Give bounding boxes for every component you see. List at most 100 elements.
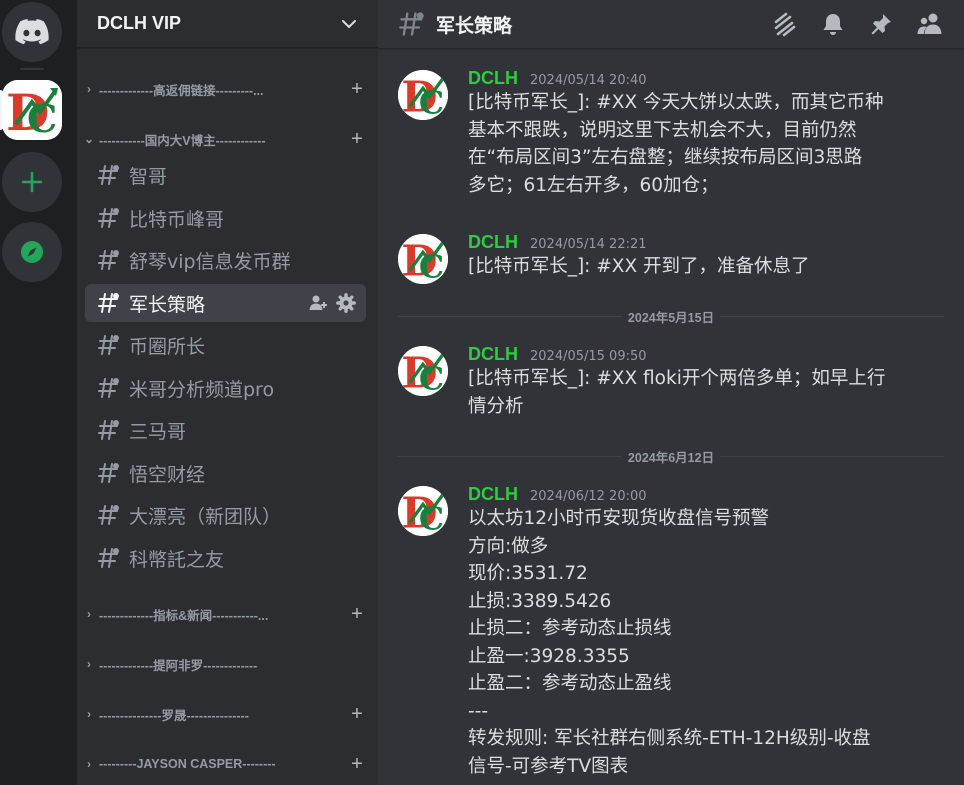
channel-label: 舒琴vip信息发币群 xyxy=(129,250,291,273)
add-channel-icon[interactable]: + xyxy=(347,753,367,776)
dclh-logo-icon: D C xyxy=(398,234,448,284)
message-line: 转发规则: 军长社群右侧系统-ETH-12H级别-收盘 xyxy=(468,728,871,749)
category-high-rebate-links[interactable]: › -------------高返佣链接---------... + xyxy=(83,78,373,101)
message-author[interactable]: DCLH xyxy=(468,344,518,365)
text-channel-thread-icon xyxy=(98,208,119,228)
divider-line xyxy=(398,455,622,457)
category-indicators-news[interactable]: › -------------指标&新闻-----------... + xyxy=(83,603,373,626)
text-channel-thread-icon xyxy=(98,165,119,185)
category-jayson-casper[interactable]: › ---------JAYSON CASPER-------- + xyxy=(83,753,373,776)
text-channel-thread-icon xyxy=(399,12,424,36)
date-divider: 2024年5月15日 xyxy=(398,306,945,326)
chat-main: 军长策略 D C DCLH 2024/05/14 20:40 [比特币军长_]:… xyxy=(378,0,964,785)
chevron-right-icon: › xyxy=(87,82,91,96)
message-timestamp: 2024/06/12 20:00 xyxy=(530,489,647,504)
server-dclh-logo[interactable]: D C xyxy=(2,80,62,140)
add-server-button[interactable] xyxy=(2,152,62,212)
channel-item[interactable]: 大漂亮（新团队） xyxy=(85,496,366,534)
add-server-icon xyxy=(21,171,43,193)
channel-item-active[interactable]: 军长策略 xyxy=(85,284,366,322)
pin-icon[interactable] xyxy=(868,11,894,37)
channel-item[interactable]: 米哥分析频道pro xyxy=(85,369,366,407)
message-line: 止盈一:3928.3355 xyxy=(468,645,630,667)
category-luosheng[interactable]: › ---------------罗晟--------------- + xyxy=(83,703,373,726)
message-line: [比特币军长_]: #XX 今天大饼以太跌，而其它币种 xyxy=(468,92,884,113)
message-line: 多它；61左右开多，60加仓； xyxy=(468,174,719,196)
channel-item[interactable]: 币圈所长 xyxy=(85,326,366,364)
notification-bell-icon[interactable] xyxy=(820,11,846,37)
message-author[interactable]: DCLH xyxy=(468,232,518,253)
chevron-right-icon: › xyxy=(87,657,91,671)
server-rail: D C xyxy=(0,0,77,785)
channel-label: 军长策略 xyxy=(129,293,206,316)
message-timestamp: 2024/05/15 09:50 xyxy=(530,349,647,364)
gear-icon[interactable] xyxy=(336,293,356,313)
divider-line xyxy=(720,315,945,317)
avatar[interactable]: D C xyxy=(398,346,448,396)
channel-label: 三马哥 xyxy=(129,420,187,443)
topbar-toolbar xyxy=(770,10,944,38)
text-channel-thread-icon xyxy=(98,335,119,355)
message: D C DCLH 2024/05/15 09:50 [比特币军长_]: #XX … xyxy=(398,344,958,420)
create-invite-icon[interactable] xyxy=(308,293,328,313)
channel-label: 大漂亮（新团队） xyxy=(129,505,282,528)
category-domestic-kols[interactable]: ⌄ -----------国内大V博主------------ + xyxy=(83,128,373,151)
message-line: 以太坊12小时币安现货收盘信号预警 xyxy=(468,508,770,529)
text-channel-thread-icon xyxy=(98,420,119,440)
add-channel-icon[interactable]: + xyxy=(347,703,367,726)
home-button[interactable] xyxy=(2,2,62,62)
channel-item[interactable]: 智哥 xyxy=(85,156,366,194)
message-timestamp: 2024/05/14 22:21 xyxy=(530,237,647,252)
text-channel-thread-icon xyxy=(98,505,119,525)
channel-item[interactable]: 悟空财经 xyxy=(85,454,366,492)
divider-line xyxy=(720,455,945,457)
message: D C DCLH 2024/06/12 20:00 以太坊12小时币安现货收盘信… xyxy=(398,484,958,780)
message-content: 以太坊12小时币安现货收盘信号预警 方向:做多 现价:3531.72 止损:33… xyxy=(468,505,898,780)
channel-sidebar: DCLH VIP › -------------高返佣链接---------..… xyxy=(77,0,378,785)
divider-line xyxy=(398,315,622,317)
channel-item[interactable]: 三马哥 xyxy=(85,411,366,449)
message-line: 信号-可参考TV图表 xyxy=(468,755,629,777)
add-channel-icon[interactable]: + xyxy=(347,128,367,151)
add-channel-icon[interactable]: + xyxy=(347,603,367,626)
message-line: 止损:3389.5426 xyxy=(468,590,612,612)
date-divider: 2024年6月12日 xyxy=(398,446,945,466)
text-channel-thread-icon xyxy=(98,548,119,568)
channel-item[interactable]: 科幣託之友 xyxy=(85,539,366,577)
rail-separator xyxy=(20,68,44,70)
explore-servers-button[interactable] xyxy=(2,222,62,282)
channel-item[interactable]: 舒琴vip信息发币群 xyxy=(85,241,366,279)
threads-icon[interactable] xyxy=(770,10,798,38)
avatar[interactable]: D C xyxy=(398,486,448,536)
chevron-down-icon[interactable] xyxy=(340,15,358,33)
channel-label: 悟空财经 xyxy=(129,463,206,486)
category-tiafeiluo[interactable]: › -------------提阿非罗------------- xyxy=(83,654,373,674)
message-line: 现价:3531.72 xyxy=(468,563,588,584)
avatar[interactable]: D C xyxy=(398,70,448,120)
date-divider-label: 2024年6月12日 xyxy=(627,450,715,465)
message-author[interactable]: DCLH xyxy=(468,68,518,89)
message-line: --- xyxy=(468,700,489,722)
channel-label: 科幣託之友 xyxy=(129,548,225,571)
message: D C DCLH 2024/05/14 22:21 [比特币军长_]: #XX … xyxy=(398,232,958,284)
member-list-icon[interactable] xyxy=(916,11,944,37)
avatar[interactable]: D C xyxy=(398,234,448,284)
message-author[interactable]: DCLH xyxy=(468,484,518,505)
channel-label: 米哥分析频道pro xyxy=(129,378,275,401)
guild-header[interactable]: DCLH VIP xyxy=(77,0,378,48)
text-channel-thread-icon xyxy=(98,378,119,398)
discord-app: D C DCLH VIP › -------------高返佣链接-------… xyxy=(0,0,964,785)
channel-label: 币圈所长 xyxy=(129,335,206,358)
add-channel-icon[interactable]: + xyxy=(347,78,367,101)
channel-item[interactable]: 比特币峰哥 xyxy=(85,199,366,237)
message-header: DCLH 2024/06/12 20:00 xyxy=(468,484,958,505)
channel-actions xyxy=(308,293,356,313)
category-label: -------------提阿非罗------------- xyxy=(99,658,258,673)
category-label: -------------指标&新闻-----------... xyxy=(99,608,269,623)
message-line: 方向:做多 xyxy=(468,535,549,557)
message-content: [比特币军长_]: #XX 开到了，准备休息了 xyxy=(468,253,898,281)
message-line: 情分析 xyxy=(468,395,524,417)
chevron-right-icon: › xyxy=(87,707,91,721)
message-line: 基本不跟跌，说明这里下去机会不大，目前仍然 xyxy=(468,119,857,141)
guild-name: DCLH VIP xyxy=(97,13,182,33)
